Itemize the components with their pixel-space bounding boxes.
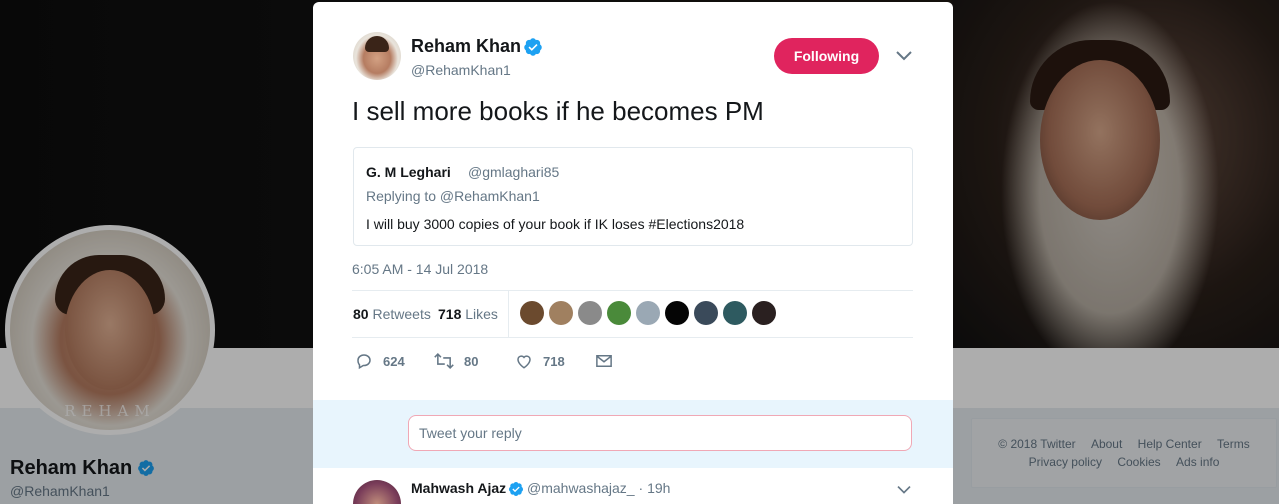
liker-avatar[interactable] xyxy=(549,301,573,325)
verified-badge-icon xyxy=(508,482,523,496)
tweet-text: I sell more books if he becomes PM xyxy=(352,96,764,126)
quoted-author-handle: @gmlaghari85 xyxy=(468,164,560,180)
liker-avatar[interactable] xyxy=(665,301,689,325)
liker-avatar[interactable] xyxy=(520,301,544,325)
verified-badge-icon xyxy=(524,38,542,56)
reply-count: 624 xyxy=(383,353,405,369)
tweet-timestamp[interactable]: 6:05 AM - 14 Jul 2018 xyxy=(352,261,488,277)
likes-count: 718 xyxy=(438,306,462,322)
reply-author-avatar[interactable] xyxy=(353,480,401,504)
reply-input[interactable]: Tweet your reply xyxy=(408,415,912,451)
liker-avatar[interactable] xyxy=(694,301,718,325)
direct-message-button[interactable] xyxy=(595,351,623,371)
quoted-replying-to: Replying to @RehamKhan1 xyxy=(366,188,540,204)
divider xyxy=(352,337,913,338)
reply-author-name[interactable]: Mahwash Ajaz xyxy=(411,480,506,496)
retweet-icon xyxy=(434,352,454,370)
quoted-tweet[interactable]: G. M Leghari @gmlaghari85 Replying to @R… xyxy=(353,147,913,246)
reply-icon xyxy=(357,354,371,370)
like-button[interactable]: 718 xyxy=(515,351,565,371)
retweet-count: 80 xyxy=(464,353,479,369)
quoted-author-name: G. M Leghari xyxy=(366,164,451,180)
liker-avatar[interactable] xyxy=(636,301,660,325)
reply-time[interactable]: 19h xyxy=(647,480,670,496)
reply-meta: @mahwashajaz_ · 19h xyxy=(527,480,671,496)
divider xyxy=(352,290,913,291)
like-count: 718 xyxy=(543,353,565,369)
liker-avatar[interactable] xyxy=(723,301,747,325)
likes-stat[interactable]: 718 Likes xyxy=(438,306,498,322)
author-avatar[interactable] xyxy=(353,32,401,80)
following-button[interactable]: Following xyxy=(774,38,879,74)
chevron-down-icon[interactable] xyxy=(895,49,913,63)
author-name[interactable]: Reham Khan xyxy=(411,36,521,57)
author-handle[interactable]: @RehamKhan1 xyxy=(411,62,511,78)
direct-message-icon xyxy=(596,355,612,367)
retweet-button[interactable]: 80 xyxy=(434,351,478,371)
quoted-tweet-text: I will buy 3000 copies of your book if I… xyxy=(366,216,745,232)
reply-placeholder: Tweet your reply xyxy=(419,425,522,441)
like-icon xyxy=(517,355,531,369)
divider xyxy=(508,291,509,337)
retweets-label: Retweets xyxy=(372,306,431,322)
likes-label: Likes xyxy=(465,306,498,322)
liker-avatar[interactable] xyxy=(578,301,602,325)
liker-avatar[interactable] xyxy=(607,301,631,325)
retweets-count: 80 xyxy=(353,306,369,322)
reply-button[interactable]: 624 xyxy=(355,351,405,371)
reply-author-handle[interactable]: @mahwashajaz_ xyxy=(527,480,635,496)
chevron-down-icon[interactable] xyxy=(896,484,912,496)
liker-avatar[interactable] xyxy=(752,301,776,325)
retweets-stat[interactable]: 80 Retweets xyxy=(353,306,431,322)
tweet-modal: Reham Khan @RehamKhan1 Following I sell … xyxy=(313,2,953,504)
